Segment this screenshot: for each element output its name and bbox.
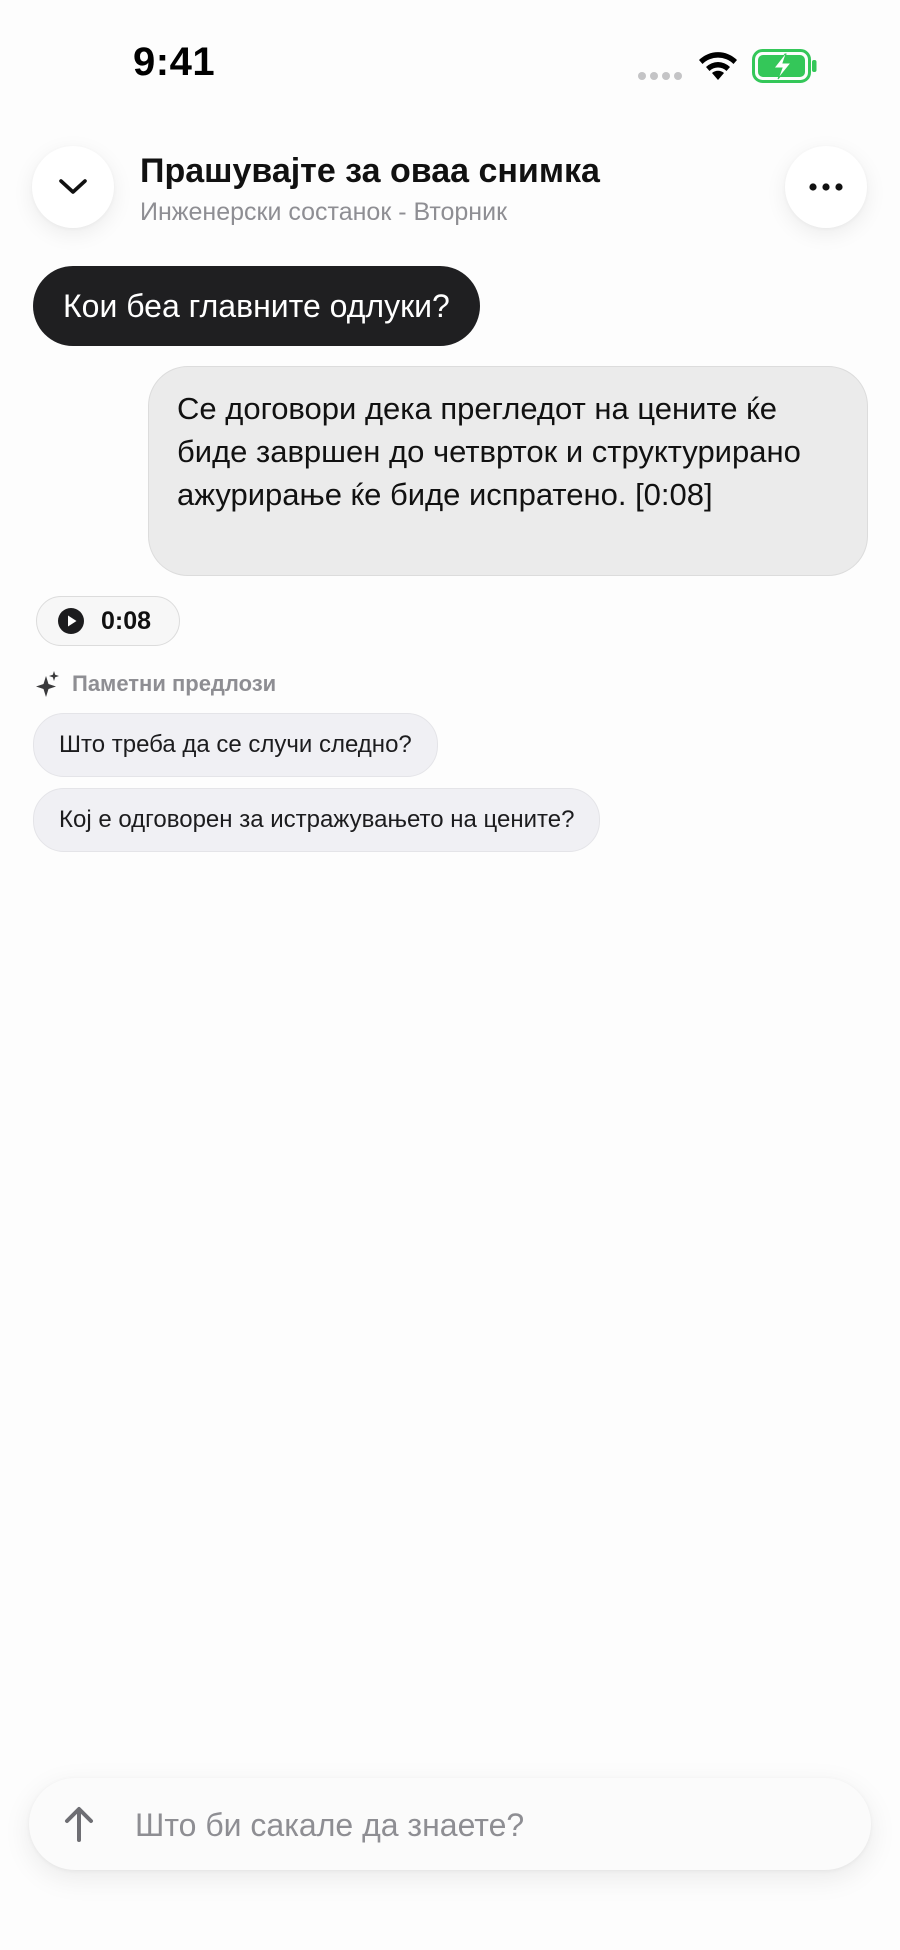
collapse-button[interactable]: [32, 146, 114, 228]
wifi-icon: [699, 52, 737, 80]
page-title: Прашувајте за оваа снимка: [140, 152, 600, 190]
question-input[interactable]: [133, 1778, 837, 1872]
status-bar: 9:41: [0, 0, 900, 120]
sparkle-icon: [36, 671, 59, 697]
send-button[interactable]: [45, 1790, 113, 1858]
assistant-answer-bubble: Се договори дека прегледот на цените ќе …: [148, 366, 868, 576]
suggestion-chip[interactable]: Што треба да се случи следно?: [33, 713, 438, 777]
smart-suggestions-header: Паметни предлози: [34, 670, 276, 698]
playback-timestamp: 0:08: [101, 606, 152, 635]
play-icon: [58, 608, 84, 634]
ellipsis-icon: [809, 183, 843, 191]
battery-charging-icon: [752, 49, 817, 83]
play-timestamp-button[interactable]: 0:08: [36, 596, 180, 646]
arrow-up-icon: [65, 1807, 93, 1842]
question-input-bar: [29, 1778, 871, 1872]
smart-suggestions-label: Паметни предлози: [72, 671, 277, 696]
more-options-button[interactable]: [785, 146, 867, 228]
cellular-signal-icon: [638, 72, 682, 80]
user-message-bubble: Кои беа главните одлуки?: [33, 266, 480, 346]
suggestion-chip[interactable]: Кој е одговорен за истражувањето на цени…: [33, 788, 601, 852]
status-time: 9:41: [133, 40, 216, 84]
header: Прашувајте за оваа снимка Инженерски сос…: [0, 140, 900, 250]
recording-subtitle: Инженерски состанок - Вторник: [140, 198, 508, 226]
chevron-down-icon: [59, 179, 87, 194]
